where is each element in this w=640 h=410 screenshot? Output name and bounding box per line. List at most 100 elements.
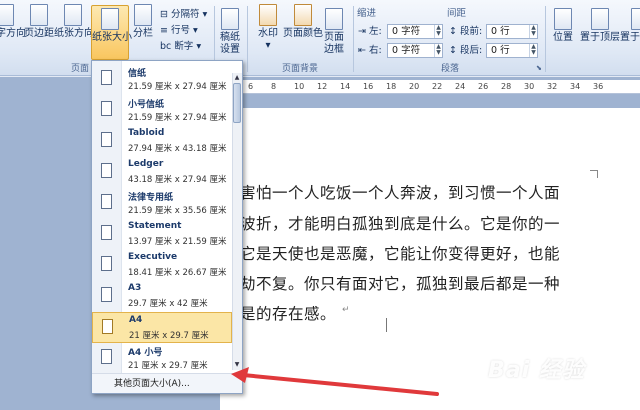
spinner-icon[interactable]: ▲ ▼ <box>529 25 537 38</box>
page-borders-button[interactable]: 页面 边框 <box>322 8 346 64</box>
scrollbar-thumb[interactable] <box>233 83 241 123</box>
indent-right-icon: ⇤ <box>358 45 366 56</box>
text-direction-icon <box>0 4 14 26</box>
dialog-launcher-icon[interactable]: ⬊ <box>536 64 542 72</box>
ruler-number: 10 <box>294 82 305 91</box>
orientation-button[interactable]: 纸张方向 <box>54 4 94 60</box>
ruler-number: 20 <box>409 82 420 91</box>
margins-button[interactable]: 页边距 <box>24 4 54 60</box>
paper-size-menu: 信纸 21.59 厘米 x 27.94 厘米 小号信纸 21.59 厘米 x 27.9… <box>91 60 243 394</box>
hyphenation-icon: bc <box>160 41 175 52</box>
draft-settings-button[interactable]: 稿纸 设置 <box>218 8 242 64</box>
paper-size-dimensions: 21.59 厘米 x 35.56 厘米 <box>128 206 227 216</box>
paper-size-item[interactable]: Tabloid 27.94 厘米 x 43.18 厘米 <box>92 126 232 157</box>
hyphenation-button[interactable]: bc 断字 ▾ <box>160 41 201 53</box>
paper-size-dimensions: 21.59 厘米 x 27.94 厘米 <box>128 82 227 92</box>
paper-size-item[interactable]: A3 29.7 厘米 x 42 厘米 <box>92 281 232 312</box>
paper-size-name: 信纸 <box>128 69 147 79</box>
paper-size-name: 法律专用纸 <box>128 193 174 203</box>
paper-size-item[interactable]: Statement 13.97 厘米 x 21.59 厘米 <box>92 219 232 250</box>
indent-title: 缩进 <box>357 8 377 19</box>
document-line[interactable]: 它是天使也是恶魔，它能让你变得更好，也能 <box>240 242 560 264</box>
send-to-back-icon <box>631 8 640 30</box>
paper-size-item[interactable]: 小号信纸 21.59 厘米 x 27.94 厘米 <box>92 95 232 126</box>
margin-corner-mark <box>590 170 598 178</box>
ribbon-separator <box>545 6 546 72</box>
margins-icon <box>30 4 48 26</box>
ruler-number: 6 <box>248 82 254 91</box>
spinner-icon[interactable]: ▲ ▼ <box>434 25 442 38</box>
paper-size-dimensions: 27.94 厘米 x 43.18 厘米 <box>128 144 227 154</box>
spinner-icon[interactable]: ▲ ▼ <box>529 44 537 57</box>
line-numbers-icon: ≡ <box>160 25 171 36</box>
paper-size-dimensions: 18.41 厘米 x 26.67 厘米 <box>128 268 227 278</box>
send-to-back-button[interactable]: 置于底层 <box>620 8 640 64</box>
document-line[interactable]: 波折，才能明白孤独到底是什么。它是你的一 <box>240 212 560 234</box>
paper-size-item[interactable]: 法律专用纸 21.59 厘米 x 35.56 厘米 <box>92 188 232 219</box>
ruler-number: 24 <box>455 82 466 91</box>
paper-size-name: Executive <box>128 252 178 262</box>
line-numbers-button[interactable]: ≡ 行号 ▾ <box>160 25 198 37</box>
paper-size-item[interactable]: Ledger 43.18 厘米 x 27.94 厘米 <box>92 157 232 188</box>
spacing-after-icon: ↕ <box>449 45 457 56</box>
ruler-number: 30 <box>524 82 535 91</box>
paper-size-button[interactable]: 纸张大小 <box>91 5 132 60</box>
page-icon <box>101 349 112 364</box>
ruler-number: 26 <box>478 82 489 91</box>
paper-size-dimensions: 21.59 厘米 x 27.94 厘米 <box>128 113 227 123</box>
paper-size-name: 小号信纸 <box>128 100 165 110</box>
paper-size-dimensions: 21 厘米 x 29.7 厘米 <box>129 331 209 341</box>
position-icon <box>554 8 572 30</box>
document-line[interactable]: 是的存在感。 <box>240 302 336 324</box>
page-color-button[interactable]: 页面颜色 <box>282 4 324 60</box>
paper-size-name: A3 <box>128 283 142 293</box>
indent-left-label: ⇥ 左: <box>358 26 382 37</box>
columns-button[interactable]: 分栏 <box>131 4 155 60</box>
horizontal-ruler[interactable]: 6 8 10 12 14 16 18 20 22 24 26 28 30 32 34 36 <box>220 80 640 94</box>
spacing-after-label: ↕ 段后: <box>449 45 483 56</box>
position-button[interactable]: 位置 <box>551 8 575 64</box>
paper-size-icon <box>101 8 119 30</box>
paper-size-item[interactable]: Executive 18.41 厘米 x 26.67 厘米 <box>92 250 232 281</box>
document-line[interactable]: 劫不复。你只有面对它，孤独到最后都是一种 <box>240 272 560 294</box>
paper-size-name: Statement <box>128 221 182 231</box>
text-cursor <box>386 318 387 332</box>
ruler-number: 8 <box>271 82 277 91</box>
document-line[interactable]: 害怕一个人吃饭一个人奔波，到习惯一个人面 <box>240 181 560 203</box>
spacing-before-label: ↕ 段前: <box>449 26 483 37</box>
spacing-after-field[interactable]: 0 行 ▲ ▼ <box>486 43 538 58</box>
ruler-number: 14 <box>340 82 351 91</box>
bring-to-front-icon <box>591 8 609 30</box>
ruler-number: 28 <box>501 82 512 91</box>
paper-size-name: A4 <box>129 315 143 325</box>
ruler-number: 22 <box>432 82 443 91</box>
paragraph-mark-icon: ↵ <box>342 305 350 315</box>
page-icon <box>101 70 112 85</box>
breaks-icon: ⊟ <box>160 9 171 20</box>
paper-size-name: A4 小号 <box>128 348 163 358</box>
text-direction-button[interactable]: 文字方向 <box>0 4 26 60</box>
page-icon <box>101 101 112 116</box>
watermark-button[interactable]: 水印 ▾ <box>255 4 281 60</box>
spinner-icon[interactable]: ▲ ▼ <box>434 44 442 57</box>
spacing-title: 间距 <box>447 8 467 19</box>
ruler-number: 34 <box>570 82 581 91</box>
paper-size-item[interactable]: A4 21 厘米 x 29.7 厘米 <box>92 312 232 343</box>
baidu-watermark-logo: Bai 经验 jingyan.baidu.com <box>488 352 633 400</box>
ribbon-separator <box>353 6 354 72</box>
spacing-before-field[interactable]: 0 行 ▲ ▼ <box>486 24 538 39</box>
paper-size-name: Tabloid <box>128 128 165 138</box>
paper-size-item[interactable]: A4 小号 21 厘米 x 29.7 厘米 <box>92 343 232 374</box>
indent-right-field[interactable]: 0 字符 ▲ ▼ <box>387 43 443 58</box>
breaks-button[interactable]: ⊟ 分隔符 ▾ <box>160 9 207 21</box>
bring-to-front-button[interactable]: 置于顶层 <box>580 8 620 64</box>
paper-size-item[interactable]: 信纸 21.59 厘米 x 27.94 厘米 <box>92 64 232 95</box>
page-icon <box>101 132 112 147</box>
watermark-brand: Bai 经验 <box>488 358 585 383</box>
scroll-up-icon[interactable]: ▲ <box>233 74 241 82</box>
paper-size-name: Ledger <box>128 159 164 169</box>
paper-size-dimensions: 43.18 厘米 x 27.94 厘米 <box>128 175 227 185</box>
more-paper-sizes-item[interactable]: 其他页面大小(A)... <box>92 373 242 393</box>
indent-left-field[interactable]: 0 字符 ▲ ▼ <box>387 24 443 39</box>
ruler-number: 18 <box>386 82 397 91</box>
